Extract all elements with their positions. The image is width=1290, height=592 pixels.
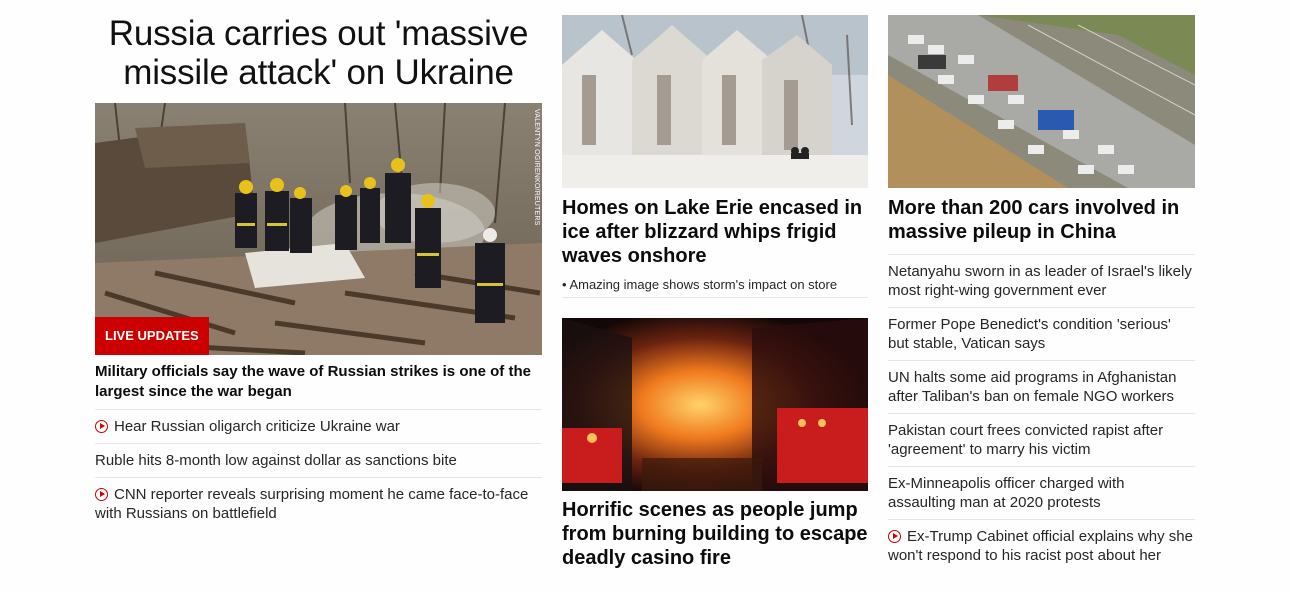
- live-updates-badge[interactable]: LIVE UPDATES: [95, 317, 209, 355]
- list-item[interactable]: Ex-Minneapolis officer charged with assa…: [888, 466, 1195, 519]
- main-headline[interactable]: Russia carries out 'massive missile atta…: [95, 14, 542, 92]
- lake-erie-sublink[interactable]: • Amazing image shows storm's impact on …: [562, 277, 868, 298]
- china-pileup-headline[interactable]: More than 200 cars involved in massive p…: [888, 196, 1195, 244]
- middle-column: Homes on Lake Erie encased in ice after …: [562, 0, 868, 570]
- play-video-icon: [95, 488, 108, 501]
- list-item-label: Ruble hits 8-month low against dollar as…: [95, 452, 457, 469]
- list-item[interactable]: CNN reporter reveals surprising moment h…: [95, 477, 542, 530]
- list-item[interactable]: Ruble hits 8-month low against dollar as…: [95, 443, 542, 477]
- pileup-photo: [888, 15, 1195, 188]
- list-item-label: Hear Russian oligarch criticize Ukraine …: [114, 418, 400, 435]
- china-pileup-image[interactable]: [888, 15, 1195, 188]
- list-item[interactable]: Ex-Trump Cabinet official explains why s…: [888, 519, 1195, 572]
- casino-fire-image[interactable]: [562, 318, 868, 491]
- left-story-list: Hear Russian oligarch criticize Ukraine …: [95, 409, 542, 530]
- list-item-label: CNN reporter reveals surprising moment h…: [95, 486, 529, 522]
- lake-erie-headline[interactable]: Homes on Lake Erie encased in ice after …: [562, 196, 868, 268]
- play-video-icon: [888, 530, 901, 543]
- casino-fire-headline[interactable]: Horrific scenes as people jump from burn…: [562, 498, 868, 570]
- ice-houses-photo: [562, 15, 868, 188]
- left-column: Russia carries out 'massive missile atta…: [95, 0, 542, 530]
- list-item-label: Ex-Trump Cabinet official explains why s…: [888, 528, 1193, 564]
- list-item[interactable]: UN halts some aid programs in Afghanista…: [888, 360, 1195, 413]
- right-column: More than 200 cars involved in massive p…: [888, 0, 1195, 572]
- list-item[interactable]: Former Pope Benedict's condition 'seriou…: [888, 307, 1195, 360]
- right-story-list: Netanyahu sworn in as leader of Israel's…: [888, 254, 1195, 572]
- list-item-label: Ex-Minneapolis officer charged with assa…: [888, 475, 1125, 511]
- list-item-label: Pakistan court frees convicted rapist af…: [888, 422, 1164, 458]
- lead-story-link[interactable]: Military officials say the wave of Russi…: [95, 362, 542, 402]
- play-video-icon: [95, 420, 108, 433]
- casino-fire-photo: [562, 318, 868, 491]
- list-item-label: Former Pope Benedict's condition 'seriou…: [888, 316, 1171, 352]
- list-item-label: Netanyahu sworn in as leader of Israel's…: [888, 263, 1192, 299]
- list-item[interactable]: Pakistan court frees convicted rapist af…: [888, 413, 1195, 466]
- list-item-label: UN halts some aid programs in Afghanista…: [888, 369, 1177, 405]
- lake-erie-ice-image[interactable]: [562, 15, 868, 188]
- list-item[interactable]: Netanyahu sworn in as leader of Israel's…: [888, 254, 1195, 307]
- ukraine-rescue-image[interactable]: VALENTYN OGIRENKO/REUTERS LIVE UPDATES: [95, 103, 542, 355]
- image-credit: VALENTYN OGIRENKO/REUTERS: [533, 109, 540, 226]
- list-item[interactable]: Hear Russian oligarch criticize Ukraine …: [95, 409, 542, 443]
